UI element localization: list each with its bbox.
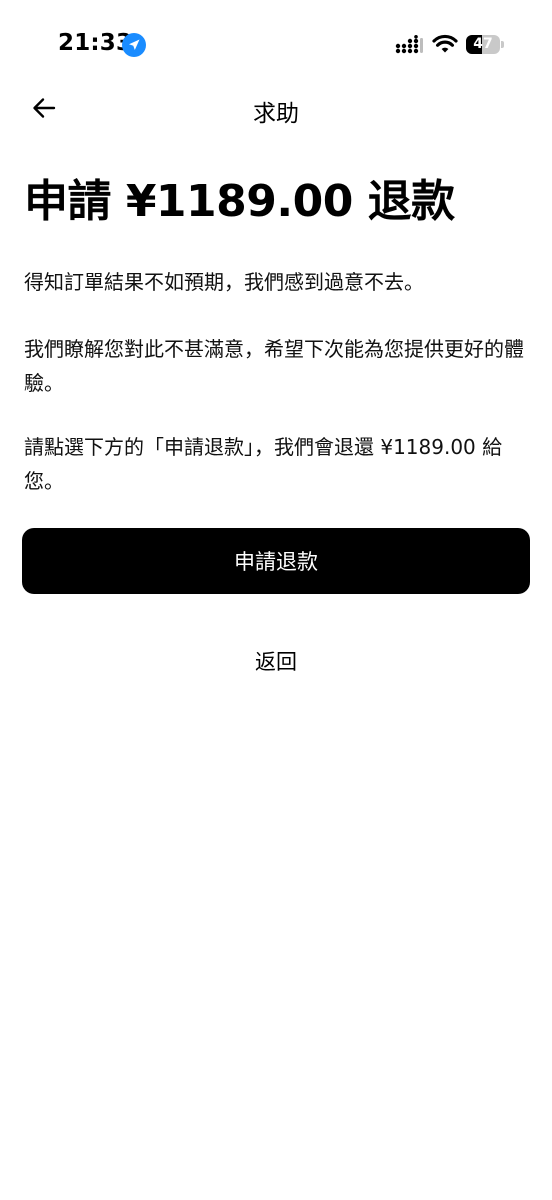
return-button[interactable]: 返回 — [0, 646, 552, 676]
refund-heading: 申請 ¥1189.00 退款 — [24, 176, 455, 227]
understanding-paragraph: 我們瞭解您對此不甚滿意，希望下次能為您提供更好的體驗。 — [24, 337, 524, 395]
apology-paragraph: 得知訂單結果不如預期，我們感到過意不去。 — [24, 270, 424, 294]
wifi-icon — [432, 33, 458, 55]
status-bar: 21:33 47 — [0, 0, 552, 90]
battery-level: 47 — [473, 36, 493, 52]
battery-icon: 47 — [466, 35, 504, 54]
refund-help-screen: 21:33 47 求助 申請 ¥1189.00 退款 得知訂單結果不如預期，我們… — [0, 0, 552, 1200]
request-refund-button[interactable]: 申請退款 — [22, 528, 530, 594]
back-button[interactable] — [28, 94, 60, 122]
arrow-left-icon — [33, 98, 56, 118]
cellular-signal-icon — [395, 35, 423, 55]
page-title: 求助 — [253, 101, 299, 127]
location-arrow-icon — [122, 33, 146, 57]
instruction-paragraph: 請點選下方的「申請退款」，我們會退還 ¥1189.00 給您。 — [24, 435, 503, 493]
nav-header: 求助 — [0, 86, 552, 130]
